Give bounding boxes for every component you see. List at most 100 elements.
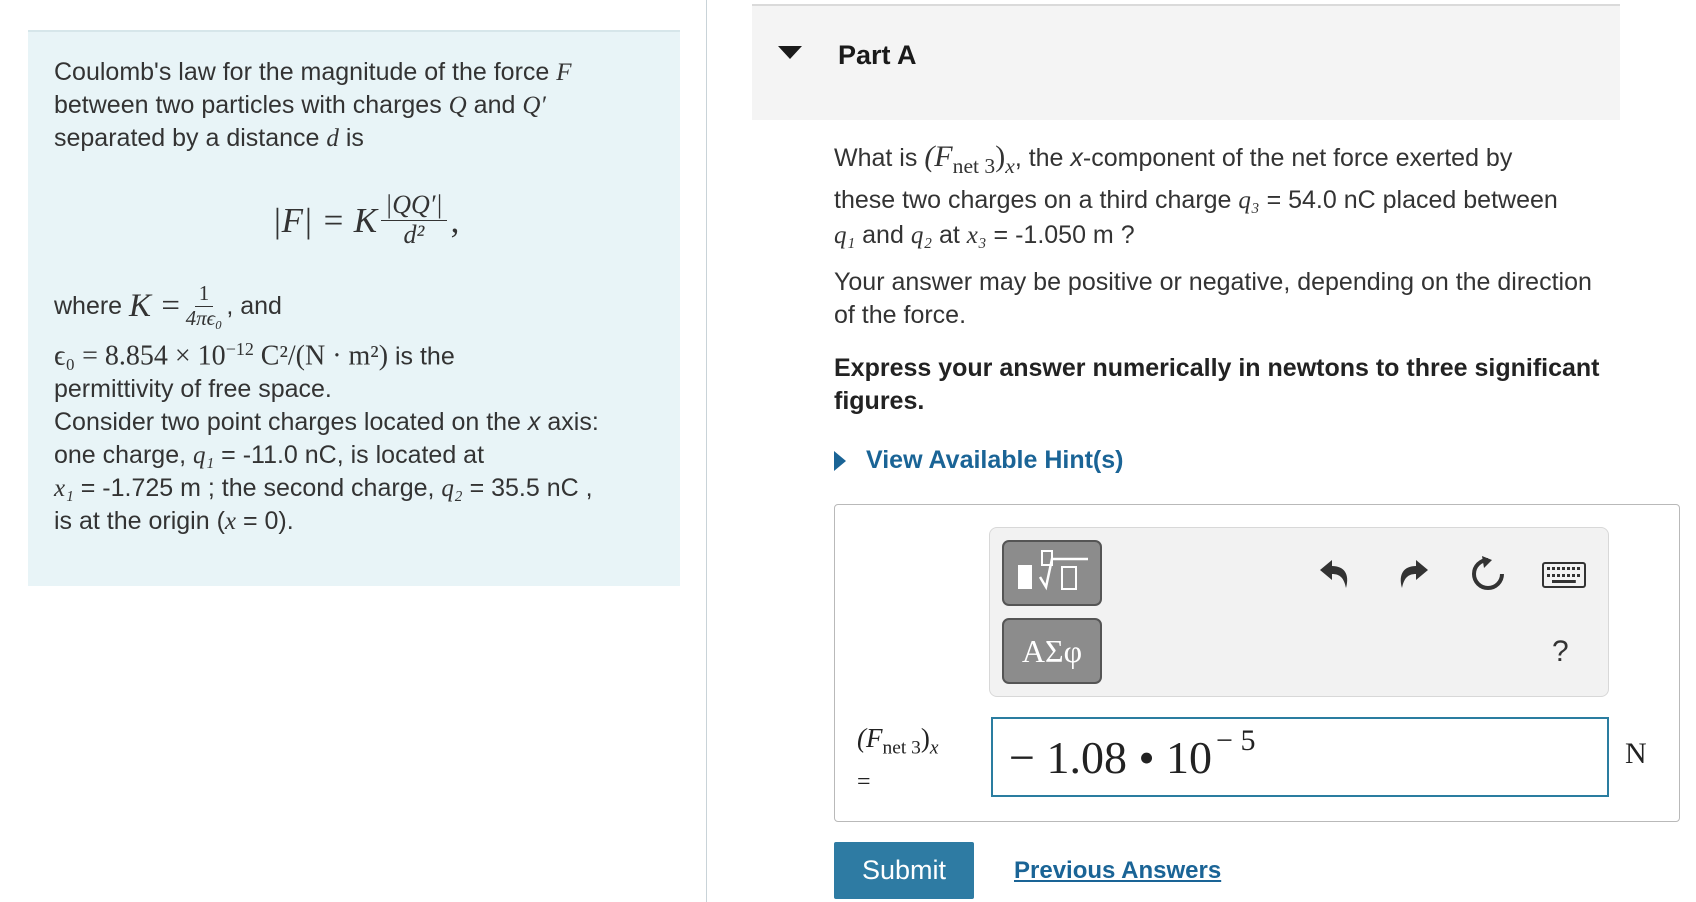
caret-right-icon[interactable]: [834, 450, 846, 471]
answer-label-sub: net 3: [882, 737, 921, 759]
fnet-symbol: (Fnet 3)x: [924, 140, 1015, 178]
position-value: = -1.050 m: [993, 221, 1114, 249]
intro-text: is: [345, 124, 364, 152]
math-var: x: [527, 408, 541, 437]
math-toolbar: ΑΣφ ?: [989, 527, 1609, 697]
templates-icon[interactable]: [1012, 547, 1092, 599]
intro-text: , is located at: [336, 441, 485, 470]
k-definition: where K = 1 4πϵ₀ , and: [54, 279, 654, 333]
question-fragment: What is: [834, 144, 918, 172]
part-header[interactable]: Part A: [752, 4, 1620, 120]
epsilon-units: C²/(N · m²): [260, 340, 389, 372]
fnet-x: x: [1005, 154, 1015, 178]
charge-value: = 35.5 nC: [469, 474, 579, 503]
math-var: q₂: [441, 475, 463, 503]
math-var: x₃: [966, 222, 987, 249]
formula-lhs: |F| = K: [272, 200, 378, 240]
k-lhs: K =: [129, 287, 182, 324]
answer-label: (Fnet 3)x =: [857, 721, 938, 799]
answer-exponent[interactable]: − 5: [1216, 724, 1255, 758]
question-text: What is (Fnet 3)x, the x-component of th…: [834, 140, 1624, 253]
intro-text: Consider two point charges located on th…: [54, 408, 521, 437]
charge-value: = 54.0 nC: [1266, 186, 1376, 214]
redo-icon[interactable]: [1394, 556, 1432, 599]
intro-text: , and: [226, 291, 282, 320]
answer-label-close: ): [920, 723, 930, 753]
math-var: q₁: [193, 442, 215, 470]
answer-instructions: Express your answer numerically in newto…: [834, 354, 1600, 415]
intro-text: Coulomb's law for the magnitude of the f…: [54, 58, 550, 86]
coulomb-formula: |F| = K |QQ′| d² ,: [54, 175, 654, 265]
intro-text: ,: [585, 474, 593, 503]
formula-fraction: |QQ′| d²: [381, 190, 447, 249]
formula-denominator: d²: [403, 219, 425, 249]
charge-value: = -11.0 nC: [221, 441, 337, 470]
caret-down-icon[interactable]: [778, 46, 802, 59]
templates-button[interactable]: [1002, 540, 1102, 606]
math-var: x: [1070, 144, 1083, 172]
answer-label-x: x: [929, 737, 939, 759]
help-icon[interactable]: ?: [1552, 632, 1569, 672]
epsilon-exponent: −12: [225, 339, 254, 359]
math-var: x₁: [54, 475, 74, 503]
intro-text: is the: [394, 342, 455, 371]
part-title[interactable]: Part A: [838, 40, 917, 71]
question-fragment: at: [938, 221, 960, 249]
question-fragment: , the: [1014, 144, 1064, 172]
question-fragment: ?: [1120, 221, 1135, 249]
question-fragment: placed between: [1382, 186, 1558, 214]
fnet-main: (F: [924, 140, 953, 173]
epsilon-definition: ϵ₀ = 8.854 × 10−12 C²/(N · m²) is the pe…: [54, 333, 654, 406]
sign-note: Your answer may be positive or negative,…: [834, 268, 1592, 329]
intro-text: and: [473, 91, 516, 119]
intro-text: ; the second charge,: [207, 474, 435, 503]
math-var: Q: [448, 92, 467, 119]
formula-tail: ,: [450, 200, 460, 240]
intro-paragraph: Coulomb's law for the magnitude of the f…: [54, 56, 654, 155]
intro-text: one charge,: [54, 441, 187, 470]
math-var: Q′: [522, 92, 546, 119]
submit-button[interactable]: Submit: [834, 842, 974, 899]
answer-label-main: (F: [857, 723, 883, 753]
math-var: F: [556, 59, 572, 86]
reset-icon[interactable]: [1468, 554, 1508, 600]
k-numerator: 1: [194, 282, 214, 307]
fnet-close: ): [995, 140, 1006, 173]
math-var: q₂: [910, 222, 933, 249]
answer-label-expr: (Fnet 3)x: [857, 723, 938, 758]
question-paragraph: What is (Fnet 3)x, the x-component of th…: [834, 140, 1624, 253]
k-denominator: 4πϵ₀: [185, 305, 223, 330]
previous-answers-link[interactable]: Previous Answers: [1014, 857, 1221, 885]
intro-text: separated by a distance: [54, 124, 320, 152]
math-var: q₃: [1238, 187, 1260, 214]
unit-label: N: [1625, 737, 1647, 770]
position-value: = -1.725 m: [80, 474, 201, 503]
math-var: d: [326, 125, 339, 152]
view-hints-label[interactable]: View Available Hint(s): [866, 446, 1123, 475]
math-var: x: [224, 508, 237, 536]
intro-text: is at the origin (: [54, 507, 225, 536]
k-fraction: 1 4πϵ₀: [186, 282, 223, 329]
intro-text: where: [54, 291, 123, 320]
intro-text: between two particles with charges: [54, 91, 442, 119]
intro-text: permittivity of free space.: [54, 375, 332, 404]
undo-icon[interactable]: [1316, 556, 1354, 599]
intro-text: axis:: [547, 408, 599, 437]
question-fragment: -component of the net force exerted by: [1082, 144, 1513, 172]
symbols-button[interactable]: ΑΣφ: [1002, 618, 1102, 684]
view-hints-link[interactable]: View Available Hint(s): [834, 446, 1123, 475]
column-divider: [706, 0, 707, 902]
charges-paragraph: Consider two point charges located on th…: [54, 406, 654, 538]
keyboard-icon[interactable]: [1542, 562, 1586, 588]
answer-mantissa[interactable]: − 1.08 • 10: [1009, 731, 1212, 784]
epsilon-expr: ϵ₀ = 8.854 × 10: [54, 340, 226, 372]
fnet-sub: net 3: [952, 154, 996, 178]
answer-input[interactable]: − 1.08 • 10− 5: [991, 717, 1609, 797]
answer-label-equals: =: [857, 769, 871, 796]
question-fragment: and: [862, 221, 904, 249]
intro-panel: Coulomb's law for the magnitude of the f…: [28, 30, 680, 586]
intro-text: = 0).: [242, 507, 294, 536]
math-var: q₁: [834, 222, 856, 249]
answer-box: ΑΣφ ? (Fnet 3)x = − 1.08 • 10− 5 N: [834, 504, 1680, 822]
question-fragment: these two charges on a third charge: [834, 186, 1232, 214]
